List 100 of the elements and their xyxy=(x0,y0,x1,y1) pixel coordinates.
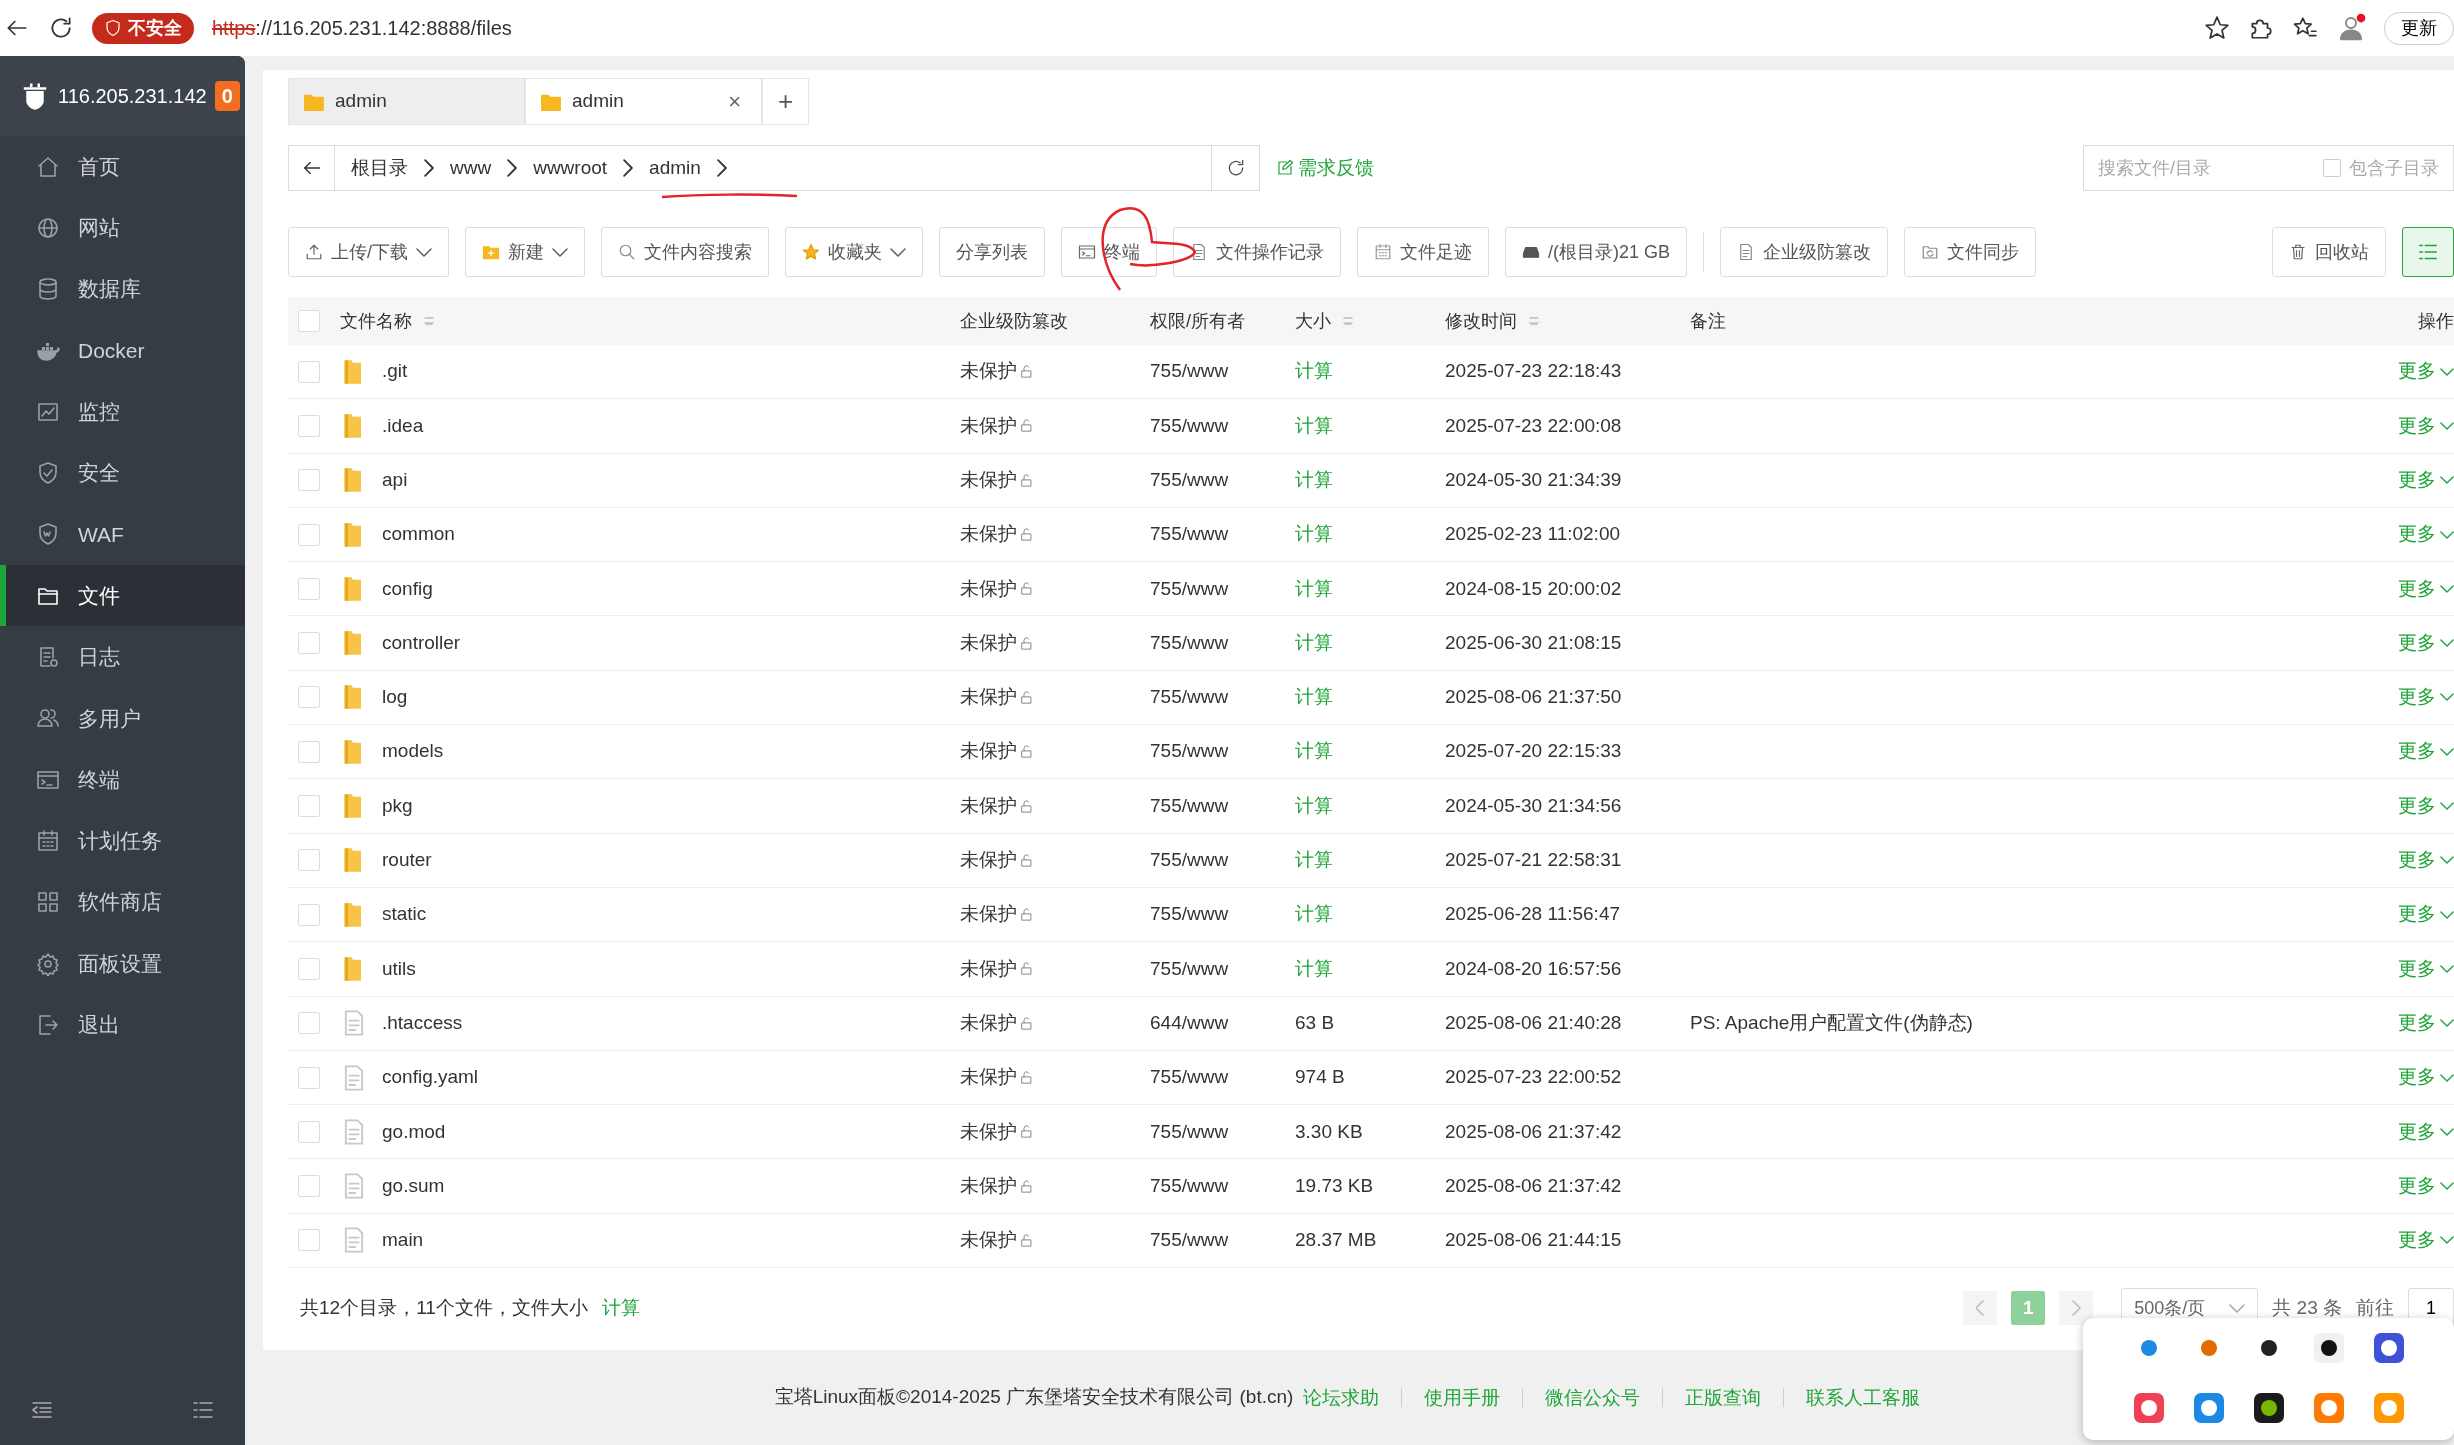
unlock-icon[interactable] xyxy=(1019,1124,1034,1140)
row-checkbox[interactable] xyxy=(298,632,320,655)
file-name-link[interactable]: config.yaml xyxy=(382,1063,479,1092)
extension-icon[interactable] xyxy=(2253,1393,2284,1423)
file-name-link[interactable]: router xyxy=(382,846,432,875)
file-name-link[interactable]: pkg xyxy=(382,791,413,821)
toolbar-button[interactable]: 收藏夹 xyxy=(785,227,923,277)
sort-icon[interactable] xyxy=(422,317,436,325)
permission-text[interactable]: 755/www xyxy=(1150,466,1295,495)
unlock-icon[interactable] xyxy=(1019,418,1034,434)
row-checkbox[interactable] xyxy=(298,795,320,817)
permission-text[interactable]: 755/www xyxy=(1150,1117,1295,1147)
toolbar-button[interactable]: 文件足迹 xyxy=(1357,227,1489,277)
unlock-icon[interactable] xyxy=(1019,689,1034,705)
close-tab-button[interactable]: × xyxy=(722,84,747,119)
toolbar-button[interactable]: 企业级防篡改 xyxy=(1720,227,1889,277)
toolbar-button[interactable]: 文件内容搜索 xyxy=(601,227,769,277)
sidebar-item[interactable]: 首页 xyxy=(0,136,245,198)
refresh-icon[interactable] xyxy=(48,15,74,41)
file-name-link[interactable]: utils xyxy=(382,954,416,984)
extension-icon[interactable] xyxy=(2373,1333,2404,1363)
unlock-icon[interactable] xyxy=(1019,798,1034,814)
toolbar-button[interactable]: 文件同步 xyxy=(1904,227,2037,277)
unlock-icon[interactable] xyxy=(1019,1178,1034,1194)
row-checkbox[interactable] xyxy=(298,849,320,872)
unlock-icon[interactable] xyxy=(1019,364,1034,380)
next-page-button[interactable] xyxy=(2059,1291,2094,1326)
sidebar-item[interactable]: 软件商店 xyxy=(0,871,245,933)
file-name-link[interactable]: main xyxy=(382,1226,424,1255)
unlock-icon[interactable] xyxy=(1019,852,1034,868)
permission-text[interactable]: 755/www xyxy=(1150,520,1295,549)
file-name-link[interactable]: controller xyxy=(382,628,461,658)
permission-text[interactable]: 755/www xyxy=(1150,628,1295,658)
file-name-link[interactable]: api xyxy=(382,466,408,495)
sidebar-item[interactable]: 监控 xyxy=(0,381,245,443)
sort-icon[interactable] xyxy=(1527,317,1541,325)
permission-text[interactable]: 755/www xyxy=(1150,791,1295,821)
sidebar-item[interactable]: WAF xyxy=(0,503,245,566)
sidebar-item[interactable]: 终端 xyxy=(0,748,245,811)
list-view-button[interactable] xyxy=(2402,227,2454,277)
toolbar-button[interactable]: 终端 xyxy=(1061,227,1157,277)
row-checkbox[interactable] xyxy=(298,577,320,600)
sidebar-item[interactable]: 退出 xyxy=(0,994,245,1056)
breadcrumb-link[interactable]: 根目录 xyxy=(351,153,408,183)
row-checkbox[interactable] xyxy=(298,1012,320,1035)
permission-text[interactable]: 644/www xyxy=(1150,1008,1295,1038)
sidebar-item[interactable]: 面板设置 xyxy=(0,932,245,995)
row-checkbox[interactable] xyxy=(298,1120,320,1143)
breadcrumb-link[interactable]: admin xyxy=(649,153,701,183)
sidebar-item[interactable]: Docker xyxy=(0,319,245,382)
row-checkbox[interactable] xyxy=(298,686,320,709)
toolbar-button[interactable]: 新建 xyxy=(465,227,585,277)
row-checkbox[interactable] xyxy=(298,523,320,546)
file-name-link[interactable]: .htaccess xyxy=(382,1008,463,1038)
permission-text[interactable]: 755/www xyxy=(1150,411,1295,441)
permission-text[interactable]: 755/www xyxy=(1150,1063,1295,1092)
row-checkbox[interactable] xyxy=(298,414,320,437)
toolbar-button[interactable]: 上传/下载 xyxy=(288,227,449,277)
file-name-link[interactable]: go.mod xyxy=(382,1117,446,1147)
sidebar-item[interactable]: 多用户 xyxy=(0,687,245,749)
folder-tab[interactable]: admin xyxy=(288,78,525,125)
unlock-icon[interactable] xyxy=(1019,744,1034,760)
row-checkbox[interactable] xyxy=(298,740,320,763)
permission-text[interactable]: 755/www xyxy=(1150,683,1295,712)
permission-text[interactable]: 755/www xyxy=(1150,737,1295,766)
new-tab-button[interactable]: + xyxy=(762,78,809,125)
file-name-link[interactable]: go.sum xyxy=(382,1171,445,1201)
toolbar-button[interactable]: 文件操作记录 xyxy=(1173,227,1341,277)
address-bar-url[interactable]: https://116.205.231.142:8888/files xyxy=(212,13,512,43)
row-checkbox[interactable] xyxy=(298,957,320,980)
file-name-link[interactable]: models xyxy=(382,737,444,766)
unlock-icon[interactable] xyxy=(1019,1070,1034,1085)
breadcrumb-link[interactable]: wwwroot xyxy=(533,153,608,183)
breadcrumb-link[interactable]: www xyxy=(450,153,492,183)
permission-text[interactable]: 755/www xyxy=(1150,357,1295,386)
row-checkbox[interactable] xyxy=(298,1229,320,1252)
row-checkbox[interactable] xyxy=(298,360,320,383)
unlock-icon[interactable] xyxy=(1019,581,1034,597)
sidebar-item[interactable]: 网站 xyxy=(0,197,245,259)
note-text[interactable]: PS: Apache用户配置文件(伪静态) xyxy=(1690,1008,2376,1038)
unlock-icon[interactable] xyxy=(1019,1015,1034,1031)
extension-icon[interactable] xyxy=(2313,1333,2344,1363)
permission-text[interactable]: 755/www xyxy=(1150,900,1295,929)
row-checkbox[interactable] xyxy=(298,1066,320,1089)
unlock-icon[interactable] xyxy=(1019,472,1034,488)
unlock-icon[interactable] xyxy=(1019,907,1034,923)
star-icon[interactable] xyxy=(2204,15,2230,41)
permission-text[interactable]: 755/www xyxy=(1150,846,1295,875)
permission-text[interactable]: 755/www xyxy=(1150,1226,1295,1255)
toolbar-button[interactable]: 分享列表 xyxy=(939,227,1045,277)
permission-text[interactable]: 755/www xyxy=(1150,574,1295,604)
file-name-link[interactable]: .idea xyxy=(382,411,424,441)
sidebar-item[interactable]: 日志 xyxy=(0,626,245,688)
sidebar-item[interactable]: 数据库 xyxy=(0,258,245,320)
row-checkbox[interactable] xyxy=(298,1175,320,1198)
file-name-link[interactable]: log xyxy=(382,683,408,712)
update-button[interactable]: 更新 xyxy=(2384,11,2454,45)
sidebar-item[interactable]: 文件 xyxy=(0,565,245,627)
previous-page-button[interactable] xyxy=(1963,1291,1998,1326)
row-checkbox[interactable] xyxy=(298,469,320,492)
